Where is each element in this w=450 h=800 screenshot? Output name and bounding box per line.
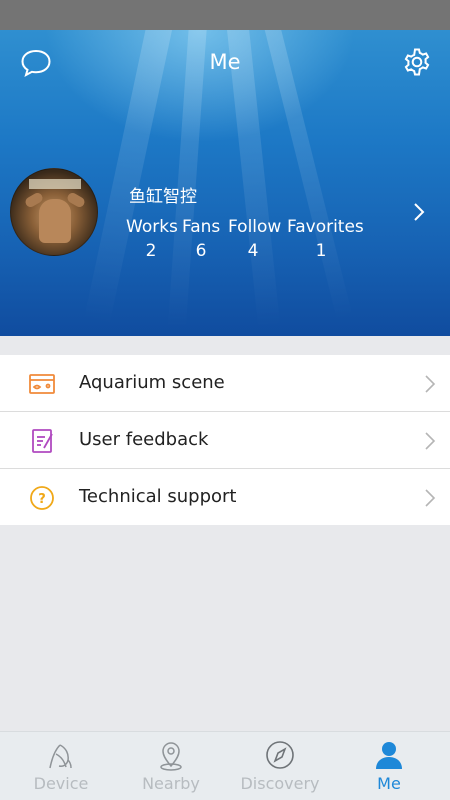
feedback-icon bbox=[32, 429, 53, 453]
stat-fans-label[interactable]: Fans bbox=[182, 217, 220, 237]
aquarium-icon bbox=[29, 374, 55, 394]
tab-label: Discovery bbox=[240, 774, 320, 793]
stat-follow-value: 4 bbox=[247, 241, 259, 261]
person-icon bbox=[376, 742, 402, 769]
leaf-icon bbox=[49, 744, 72, 769]
avatar[interactable] bbox=[10, 168, 98, 256]
settings-menu: Aquarium scene User feedback ? Technical… bbox=[0, 355, 450, 525]
menu-item-user-feedback[interactable]: User feedback bbox=[0, 412, 450, 469]
tab-label: Me bbox=[377, 774, 401, 793]
tab-discovery[interactable]: Discovery bbox=[224, 732, 336, 800]
light-ray bbox=[167, 30, 208, 330]
chevron-right-icon[interactable] bbox=[412, 201, 426, 223]
chevron-right-icon bbox=[425, 489, 436, 507]
status-bar bbox=[0, 0, 450, 30]
gear-icon[interactable] bbox=[402, 47, 432, 77]
tab-device[interactable]: Device bbox=[5, 732, 117, 800]
tab-me[interactable]: Me bbox=[333, 732, 445, 800]
page-title: Me bbox=[209, 50, 241, 74]
light-ray bbox=[225, 30, 281, 330]
tab-label: Nearby bbox=[142, 774, 200, 793]
location-pin-icon bbox=[160, 742, 182, 771]
svg-text:?: ? bbox=[38, 492, 46, 507]
stat-fans-value: 6 bbox=[195, 241, 207, 261]
username: 鱼缸智控 bbox=[129, 187, 197, 207]
chevron-right-icon bbox=[425, 375, 436, 393]
help-icon: ? bbox=[30, 486, 54, 510]
stat-follow-label[interactable]: Follow bbox=[228, 217, 281, 237]
menu-item-technical-support[interactable]: ? Technical support bbox=[0, 469, 450, 525]
menu-label: Aquarium scene bbox=[79, 372, 225, 393]
stat-favorites-value: 1 bbox=[315, 241, 327, 261]
menu-label: User feedback bbox=[79, 429, 209, 450]
stat-works-label[interactable]: Works bbox=[126, 217, 178, 237]
menu-label: Technical support bbox=[79, 486, 237, 507]
profile-header: Me 鱼缸智控 Works Fans Follow Favorites 2 6 … bbox=[0, 30, 450, 336]
light-ray bbox=[83, 30, 176, 326]
tab-nearby[interactable]: Nearby bbox=[115, 732, 227, 800]
stat-favorites-label[interactable]: Favorites bbox=[287, 217, 364, 237]
chevron-right-icon bbox=[425, 432, 436, 450]
bottom-tab-bar: Device Nearby Discovery Me bbox=[0, 731, 450, 800]
tab-label: Device bbox=[33, 774, 89, 793]
compass-icon bbox=[266, 741, 294, 769]
menu-item-aquarium-scene[interactable]: Aquarium scene bbox=[0, 355, 450, 412]
stat-works-value: 2 bbox=[145, 241, 157, 261]
